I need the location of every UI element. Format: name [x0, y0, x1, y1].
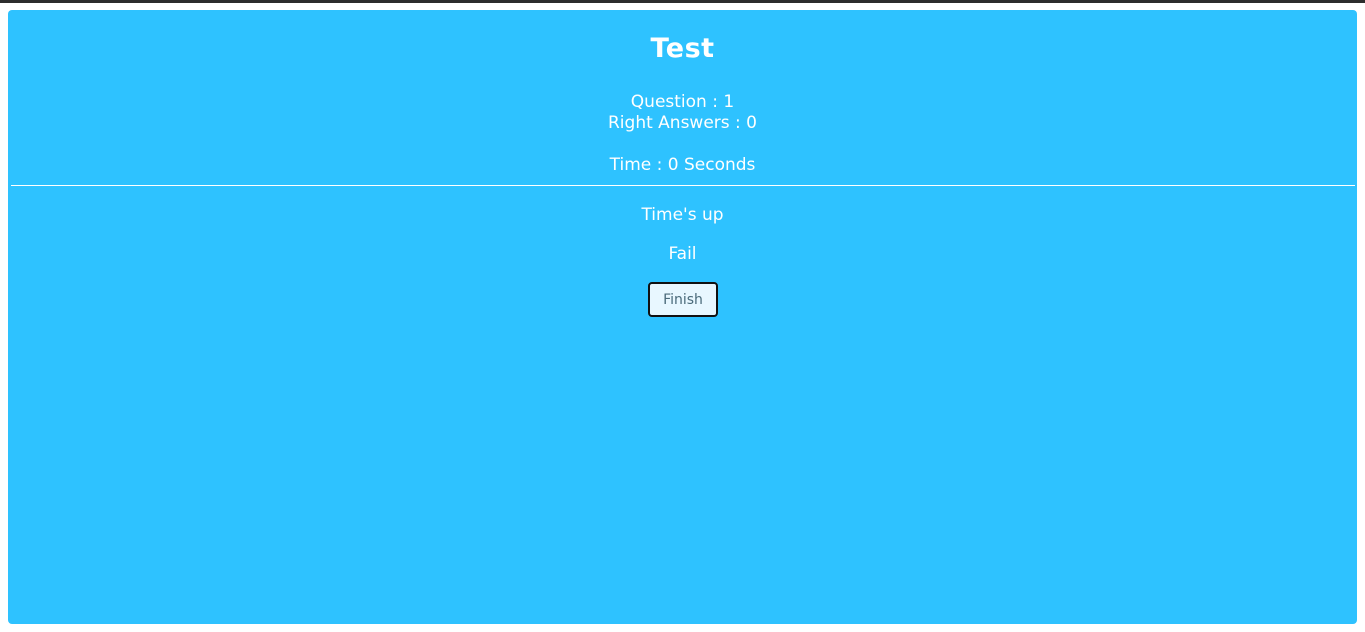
quiz-title: Test [650, 33, 715, 64]
times-up-message: Time's up [641, 205, 724, 225]
right-answers-count: Right Answers : 0 [608, 113, 757, 133]
finish-button[interactable]: Finish [648, 282, 718, 317]
time-display: Time : 0 Seconds [609, 155, 756, 175]
question-number: Question : 1 [630, 92, 735, 112]
divider [11, 185, 1355, 186]
quiz-panel: Test Question : 1 Right Answers : 0 Time… [8, 10, 1357, 624]
top-border [0, 0, 1365, 3]
result-message: Fail [668, 244, 697, 264]
